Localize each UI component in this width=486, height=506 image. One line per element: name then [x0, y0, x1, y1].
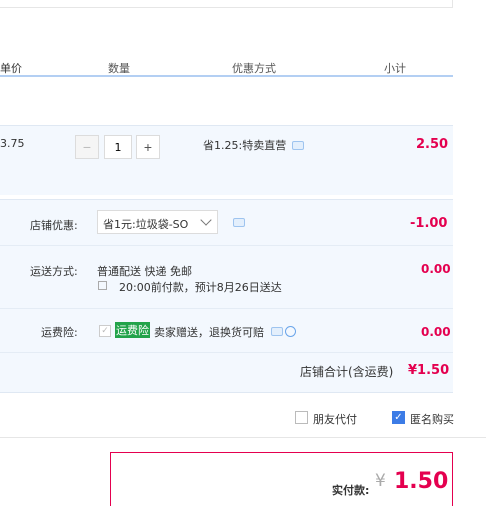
- divider: [0, 245, 453, 246]
- shipping-note: 20:00前付款，预计8月26日送达: [119, 281, 282, 294]
- friend-pay-checkbox[interactable]: [295, 411, 308, 424]
- shipping-method: 普通配送 快递 免邮: [97, 265, 192, 278]
- quantity-stepper: − +: [75, 135, 161, 159]
- friend-pay-label[interactable]: 朋友代付: [313, 411, 357, 427]
- insurance-label: 运费险:: [41, 326, 78, 339]
- insurance-desc: 卖家赠送，退换货可赔: [154, 326, 264, 339]
- anonymous-label[interactable]: 匿名购买: [410, 411, 454, 427]
- payment-amount: 1.50: [394, 469, 449, 494]
- store-discount-selected: 省1元:垃圾袋-SO: [103, 218, 189, 231]
- divider: [0, 352, 453, 353]
- column-header: 单价 数量 优惠方式 小计: [0, 56, 453, 80]
- copy-icon: [98, 281, 107, 290]
- header-discount-method: 优惠方式: [232, 62, 276, 75]
- chevron-down-icon: [200, 214, 212, 226]
- plus-button[interactable]: +: [136, 135, 160, 159]
- item-discount: 省1.25:特卖直营: [203, 139, 287, 152]
- store-discount-amount: -1.00: [410, 216, 448, 231]
- store-total-amount: ¥1.50: [408, 363, 450, 378]
- store-discount-label: 店铺优惠:: [30, 219, 78, 232]
- header-subtotal: 小计: [384, 62, 406, 75]
- payment-label: 实付款:: [332, 484, 370, 497]
- anonymous-checkbox[interactable]: ✓: [392, 411, 405, 424]
- insurance-badge: 运费险: [115, 322, 150, 338]
- item-subtotal: 2.50: [416, 137, 449, 152]
- store-discount-select[interactable]: 省1元:垃圾袋-SO: [97, 210, 218, 234]
- help-icon[interactable]: [285, 326, 296, 337]
- store-discount-chat-icon[interactable]: [233, 218, 245, 227]
- item-row: 3.75 − + 省1.25:特卖直营 2.50: [0, 125, 453, 195]
- minus-button[interactable]: −: [75, 135, 99, 159]
- header-quantity: 数量: [108, 62, 130, 75]
- item-unit-price: 3.75: [0, 137, 25, 150]
- store-panel: 店铺优惠: 省1元:垃圾袋-SO -1.00 运送方式: 普通配送 快递 免邮 …: [0, 199, 453, 393]
- quantity-input[interactable]: [104, 135, 132, 159]
- insurance-checkbox[interactable]: ✓: [99, 325, 111, 337]
- options-row: 朋友代付 ✓ 匿名购买: [0, 404, 486, 438]
- insurance-chat-icon[interactable]: [271, 327, 283, 336]
- shipping-amount: 0.00: [421, 262, 451, 276]
- divider: [0, 308, 453, 309]
- header-unit-price: 单价: [0, 62, 22, 75]
- insurance-amount: 0.00: [421, 325, 451, 339]
- chat-icon[interactable]: [292, 141, 304, 150]
- payment-box: 实付款: ¥ 1.50: [110, 452, 453, 506]
- header-divider: [0, 75, 453, 77]
- top-panel: [0, 0, 453, 8]
- payment-currency: ¥: [375, 471, 386, 491]
- shipping-label: 运送方式:: [30, 265, 78, 278]
- store-total-label: 店铺合计(含运费): [300, 365, 394, 379]
